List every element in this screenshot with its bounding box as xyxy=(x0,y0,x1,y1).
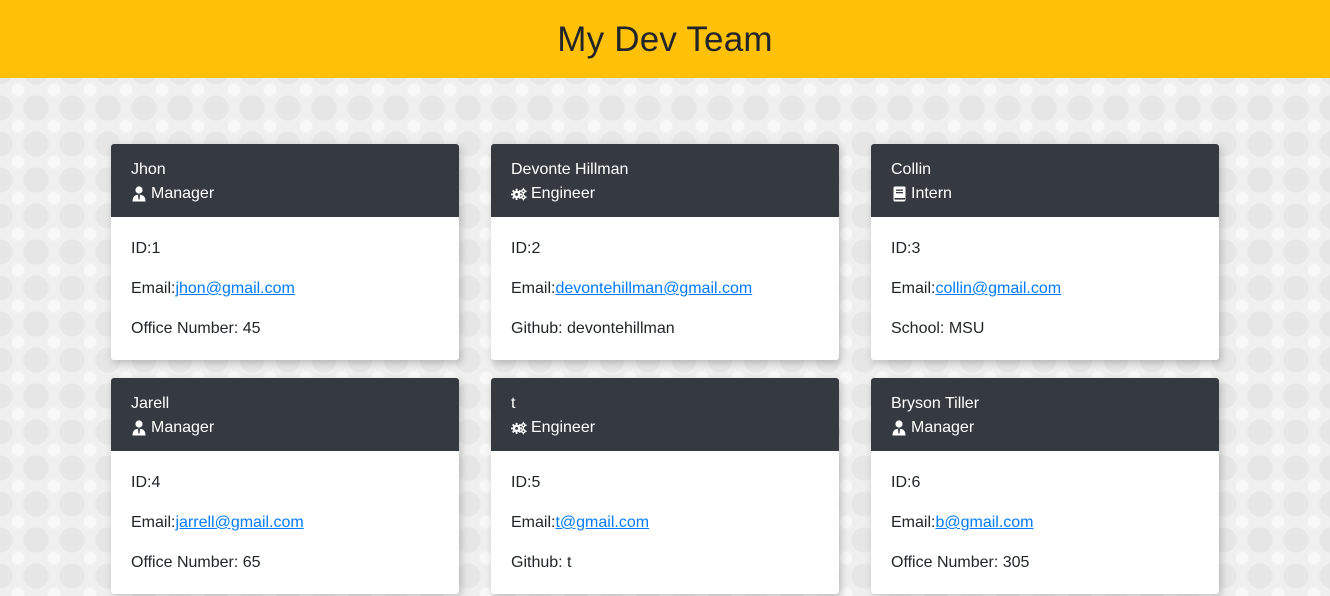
card-header: t Engineer xyxy=(491,378,839,451)
employee-extra: Office Number: 305 xyxy=(891,553,1199,593)
employee-name: Devonte Hillman xyxy=(511,161,629,178)
email-link[interactable]: b@gmail.com xyxy=(935,514,1033,531)
extra-label: Office Number: xyxy=(131,554,243,571)
email-link[interactable]: jarrell@gmail.com xyxy=(175,514,303,531)
employee-role: Intern xyxy=(891,184,1199,204)
card-body: ID:1 Email:jhon@gmail.com Office Number:… xyxy=(111,217,459,360)
employee-email: Email:collin@gmail.com xyxy=(891,279,1199,319)
card-body: ID:2 Email:devontehillman@gmail.com Gith… xyxy=(491,217,839,360)
employee-id: ID:5 xyxy=(511,473,819,513)
id-value: 6 xyxy=(911,474,921,491)
id-label: ID: xyxy=(131,240,152,257)
id-value: 4 xyxy=(151,474,161,491)
card-body: ID:4 Email:jarrell@gmail.com Office Numb… xyxy=(111,451,459,594)
employee-card: Jarell Manager ID:4 Email:jarrell@gmail.… xyxy=(111,378,459,594)
card-header: Collin Intern xyxy=(871,144,1219,217)
email-label: Email: xyxy=(131,280,176,297)
id-label: ID: xyxy=(511,474,532,491)
role-label: Manager xyxy=(911,419,975,436)
employee-card: Collin Intern ID:3 Email:collin@gmail.co… xyxy=(871,144,1219,360)
manager-icon xyxy=(131,186,147,202)
employee-email: Email:devontehillman@gmail.com xyxy=(511,279,819,319)
extra-value: t xyxy=(567,554,572,571)
extra-label: School: xyxy=(891,320,949,337)
card-header: Devonte Hillman Engineer xyxy=(491,144,839,217)
role-label: Engineer xyxy=(531,185,596,202)
email-link[interactable]: devontehillman@gmail.com xyxy=(555,280,752,297)
employee-card: Devonte Hillman Engineer ID:2 Email:devo… xyxy=(491,144,839,360)
gears-icon xyxy=(511,420,527,436)
employee-id: ID:1 xyxy=(131,239,439,279)
id-label: ID: xyxy=(131,474,152,491)
book-icon xyxy=(891,186,907,202)
gears-icon xyxy=(511,186,527,202)
employee-role: Manager xyxy=(891,418,1199,438)
manager-icon xyxy=(891,420,907,436)
employee-id: ID:6 xyxy=(891,473,1199,513)
card-body: ID:5 Email:t@gmail.com Github: t xyxy=(491,451,839,594)
employee-email: Email:b@gmail.com xyxy=(891,513,1199,553)
employee-role: Engineer xyxy=(511,184,819,204)
extra-value: 65 xyxy=(242,554,261,571)
extra-label: Office Number: xyxy=(891,554,1003,571)
employee-role: Manager xyxy=(131,418,439,438)
role-label: Intern xyxy=(911,185,952,202)
employee-extra: Office Number: 45 xyxy=(131,319,439,359)
id-label: ID: xyxy=(891,474,912,491)
id-label: ID: xyxy=(511,240,532,257)
employee-name: Jarell xyxy=(131,395,170,412)
role-label: Manager xyxy=(151,419,215,436)
employee-name: Jhon xyxy=(131,161,166,178)
card-header: Bryson Tiller Manager xyxy=(871,378,1219,451)
page-header: My Dev Team xyxy=(0,0,1330,78)
employee-card: Jhon Manager ID:1 Email:jhon@gmail.com O… xyxy=(111,144,459,360)
email-label: Email: xyxy=(891,514,936,531)
employee-role: Manager xyxy=(131,184,439,204)
id-value: 3 xyxy=(911,240,921,257)
employee-name: Collin xyxy=(891,161,932,178)
role-label: Engineer xyxy=(531,419,596,436)
employee-name: Bryson Tiller xyxy=(891,395,980,412)
extra-value: devontehillman xyxy=(567,320,675,337)
employee-name: t xyxy=(511,395,516,412)
employee-extra: Office Number: 65 xyxy=(131,553,439,593)
email-link[interactable]: t@gmail.com xyxy=(555,514,649,531)
extra-label: Github: xyxy=(511,554,568,571)
id-value: 2 xyxy=(531,240,541,257)
role-label: Manager xyxy=(151,185,215,202)
page-title: My Dev Team xyxy=(557,20,773,59)
employee-extra: Github: devontehillman xyxy=(511,319,819,359)
employee-id: ID:3 xyxy=(891,239,1199,279)
extra-value: MSU xyxy=(948,320,985,337)
id-value: 1 xyxy=(151,240,161,257)
employee-extra: Github: t xyxy=(511,553,819,593)
employee-email: Email:jhon@gmail.com xyxy=(131,279,439,319)
employee-card: Bryson Tiller Manager ID:6 Email:b@gmail… xyxy=(871,378,1219,594)
employee-id: ID:2 xyxy=(511,239,819,279)
employee-email: Email:t@gmail.com xyxy=(511,513,819,553)
extra-label: Office Number: xyxy=(131,320,243,337)
manager-icon xyxy=(131,420,147,436)
employee-extra: School: MSU xyxy=(891,319,1199,359)
employee-id: ID:4 xyxy=(131,473,439,513)
id-value: 5 xyxy=(531,474,541,491)
card-body: ID:3 Email:collin@gmail.com School: MSU xyxy=(871,217,1219,360)
employee-card: t Engineer ID:5 Email:t@gmail.com Github… xyxy=(491,378,839,594)
email-label: Email: xyxy=(511,280,556,297)
id-label: ID: xyxy=(891,240,912,257)
card-body: ID:6 Email:b@gmail.com Office Number: 30… xyxy=(871,451,1219,594)
employee-role: Engineer xyxy=(511,418,819,438)
email-label: Email: xyxy=(131,514,176,531)
email-label: Email: xyxy=(891,280,936,297)
extra-value: 305 xyxy=(1002,554,1030,571)
extra-label: Github: xyxy=(511,320,568,337)
email-label: Email: xyxy=(511,514,556,531)
extra-value: 45 xyxy=(242,320,261,337)
employee-email: Email:jarrell@gmail.com xyxy=(131,513,439,553)
email-link[interactable]: collin@gmail.com xyxy=(935,280,1061,297)
card-header: Jhon Manager xyxy=(111,144,459,217)
card-header: Jarell Manager xyxy=(111,378,459,451)
email-link[interactable]: jhon@gmail.com xyxy=(175,280,294,297)
